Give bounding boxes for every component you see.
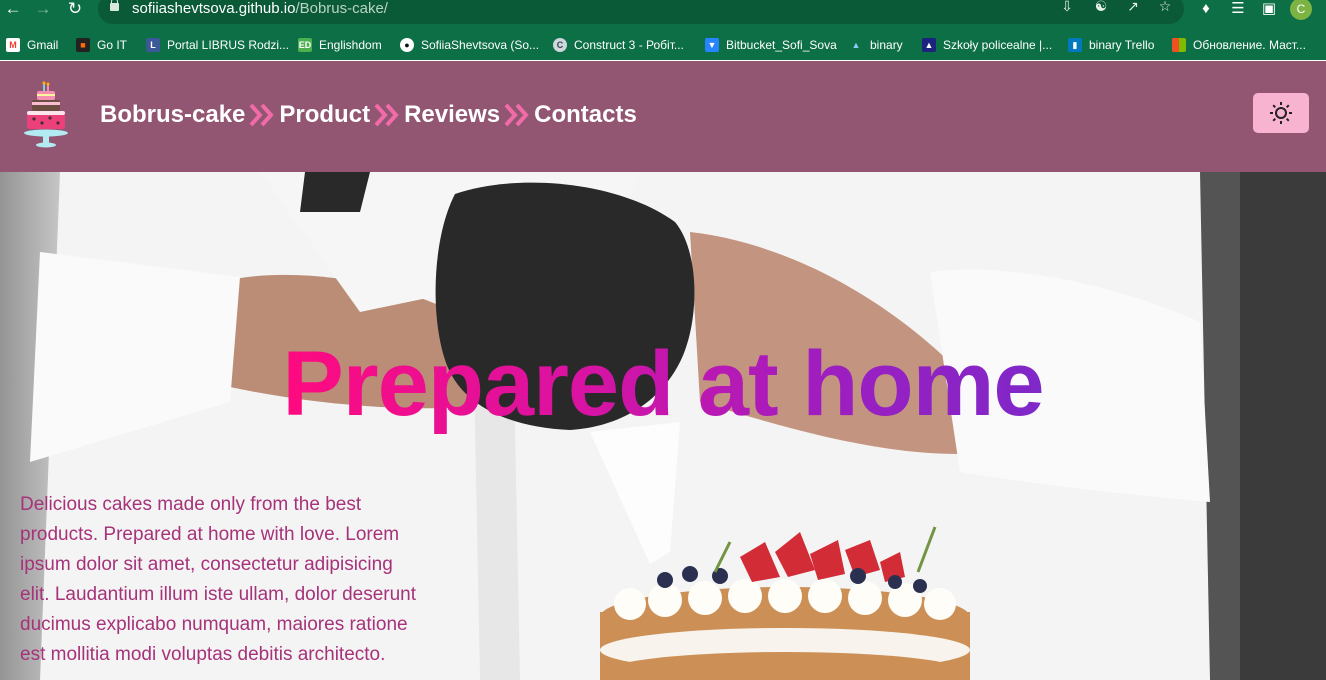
- install-app-icon[interactable]: ⇩: [1058, 0, 1076, 15]
- bookmark-binary[interactable]: ▲ binary: [849, 35, 903, 55]
- back-icon[interactable]: ←: [2, 0, 24, 18]
- github-icon: ●: [400, 38, 414, 52]
- translate-icon[interactable]: ☯: [1092, 0, 1110, 15]
- goit-icon: ■: [76, 38, 90, 52]
- extensions-icon[interactable]: ♦: [1196, 0, 1216, 18]
- chevron-right-icon: [249, 103, 275, 127]
- bookmark-englishdom[interactable]: ED Englishdom: [298, 35, 382, 55]
- bitbucket-icon: ▼: [705, 38, 719, 52]
- hero-description: Delicious cakes made only from the best …: [20, 494, 417, 665]
- bookmark-gmail[interactable]: M Gmail: [6, 35, 58, 55]
- bookmark-microsoft[interactable]: Обновление. Маст...: [1172, 35, 1306, 55]
- bookmark-bitbucket[interactable]: ▼ Bitbucket_Sofi_Sova: [705, 35, 837, 55]
- bookmark-librus[interactable]: L Portal LIBRUS Rodzi...: [146, 35, 289, 55]
- gmail-icon: M: [6, 38, 20, 52]
- bookmark-trello[interactable]: ▮ binary Trello: [1068, 35, 1154, 55]
- microsoft-icon: [1172, 38, 1186, 52]
- binary-icon: ▲: [851, 40, 861, 50]
- reload-icon[interactable]: ↻: [64, 0, 86, 18]
- browser-toolbar: ← → ↻ sofiiashevtsova.github.io/Bobrus-c…: [0, 0, 1326, 30]
- bookmark-github[interactable]: ● SofiiaShevtsova (So...: [400, 35, 539, 55]
- trello-icon: ▮: [1068, 38, 1082, 52]
- chevron-right-icon: [504, 103, 529, 127]
- bookmark-goit[interactable]: ■ Go IT: [76, 35, 127, 55]
- nav-link-home[interactable]: Bobrus-cake: [100, 101, 245, 129]
- share-icon[interactable]: ↗: [1124, 0, 1142, 15]
- bookmark-construct[interactable]: C Construct 3 - Робіт...: [553, 35, 684, 55]
- nav-link-contacts[interactable]: Contacts: [534, 101, 637, 129]
- chevron-right-icon: [374, 103, 399, 127]
- lock-icon: [110, 0, 119, 11]
- nav-link-reviews[interactable]: Reviews: [404, 101, 500, 129]
- reading-list-icon[interactable]: ☰: [1228, 0, 1248, 18]
- sun-icon: [1270, 102, 1292, 124]
- url-text[interactable]: sofiiashevtsova.github.io/Bobrus-cake/: [132, 0, 388, 17]
- hero-title: Prepared at home: [282, 333, 1044, 435]
- site-header: Bobrus-cake Product Reviews Contacts: [0, 61, 1326, 172]
- cake-logo-icon[interactable]: [22, 81, 70, 153]
- forward-icon[interactable]: →: [32, 0, 54, 18]
- theme-toggle-button[interactable]: [1253, 93, 1309, 133]
- nav-link-product[interactable]: Product: [279, 101, 370, 129]
- address-bar[interactable]: sofiiashevtsova.github.io/Bobrus-cake/ ⇩…: [98, 0, 1184, 24]
- profile-avatar[interactable]: C: [1290, 0, 1312, 20]
- englishdom-icon: ED: [298, 38, 312, 52]
- bookmark-star-icon[interactable]: ☆: [1156, 0, 1174, 15]
- main-nav: Bobrus-cake Product Reviews Contacts: [100, 101, 637, 129]
- bookmarks-bar: M Gmail ■ Go IT L Portal LIBRUS Rodzi... ED…: [0, 30, 1326, 60]
- hero-section: Prepared at home Delicious cakes made on…: [0, 172, 1326, 680]
- school-icon: ▲: [922, 38, 936, 52]
- librus-icon: L: [146, 38, 160, 52]
- side-panel-icon[interactable]: ▣: [1259, 0, 1279, 18]
- construct-icon: C: [553, 38, 567, 52]
- bookmark-szkoly[interactable]: ▲ Szkoły policealne |...: [922, 35, 1052, 55]
